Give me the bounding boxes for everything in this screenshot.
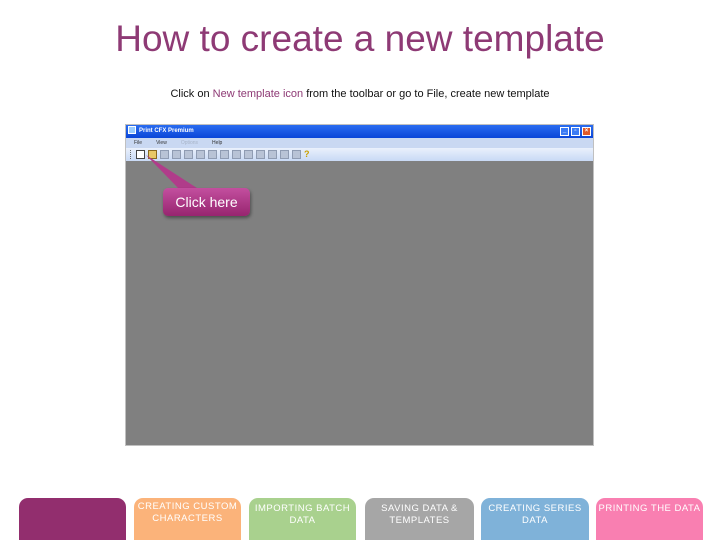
nav-tab-printing[interactable]: PRINTING THE DATA xyxy=(596,498,703,540)
nav-tab-series-data[interactable]: CREATING SERIES DATA xyxy=(481,498,589,540)
callout-pointer xyxy=(146,155,200,190)
nav-tab-current[interactable] xyxy=(19,498,126,540)
callout-arrow xyxy=(146,155,200,190)
nav-tab-saving-data[interactable]: SAVING DATA & TEMPLATES xyxy=(365,498,474,540)
section-nav: CREATING CUSTOM CHARACTERS IMPORTING BAT… xyxy=(0,498,720,540)
nav-tab-importing-batch-data[interactable]: IMPORTING BATCH DATA xyxy=(249,498,356,540)
click-here-callout: Click here xyxy=(163,188,250,216)
nav-tab-custom-characters[interactable]: CREATING CUSTOM CHARACTERS xyxy=(134,498,241,540)
